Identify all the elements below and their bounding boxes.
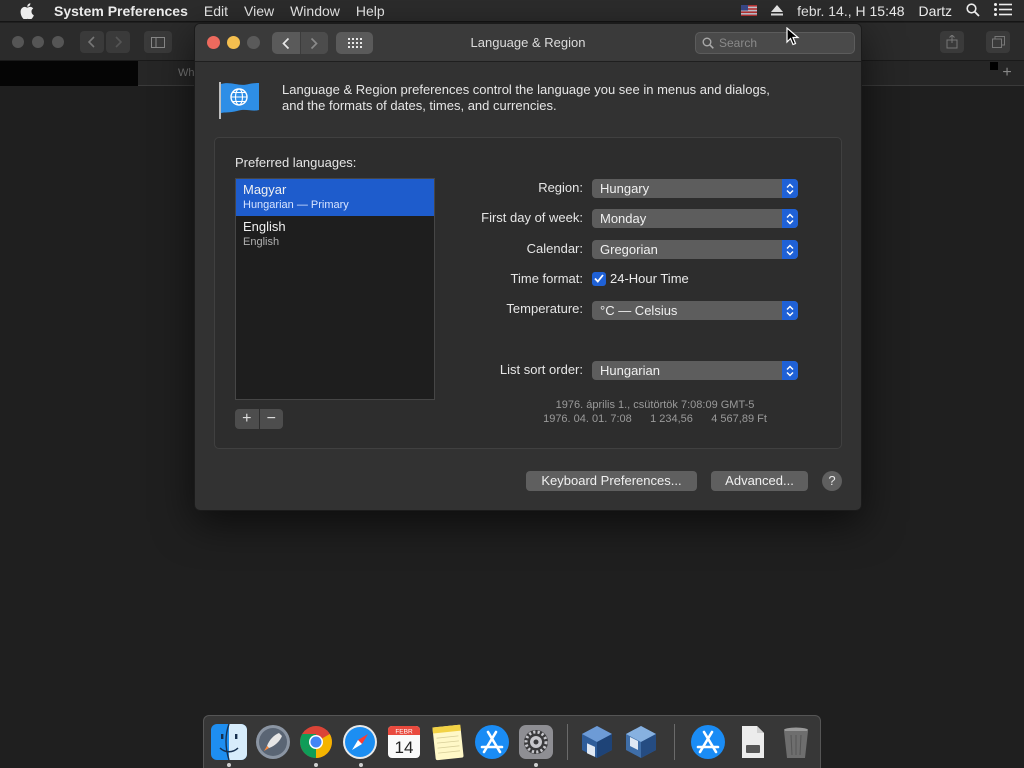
apple-menu-icon[interactable]: [0, 0, 54, 22]
background-back-button[interactable]: [80, 31, 104, 53]
temperature-popup[interactable]: °C — Celsius: [592, 301, 798, 320]
background-tabs-button[interactable]: [986, 31, 1010, 53]
time-format-checkbox-row: 24-Hour Time: [592, 271, 689, 286]
us-flag-icon[interactable]: [741, 4, 758, 19]
launchpad-icon[interactable]: [254, 723, 292, 761]
region-label: Region:: [538, 180, 583, 195]
settings-panel: Preferred languages: Magyar Hungarian — …: [214, 137, 842, 449]
24-hour-time-label[interactable]: 24-Hour Time: [610, 271, 689, 286]
chrome-icon[interactable]: [297, 723, 335, 761]
preferred-languages-label: Preferred languages:: [235, 155, 357, 170]
background-sidebar-button[interactable]: [144, 31, 172, 53]
svg-text:FEBR: FEBR: [395, 729, 413, 736]
time-format-label: Time format:: [510, 271, 583, 286]
add-remove-language-control: + −: [235, 409, 283, 429]
app-store-downloads-icon[interactable]: [689, 723, 727, 761]
svg-text:14: 14: [395, 738, 414, 757]
spotlight-search-icon[interactable]: [966, 2, 980, 20]
region-popup[interactable]: Hungary: [592, 179, 798, 198]
safari-icon[interactable]: [341, 723, 379, 761]
preferred-languages-list[interactable]: Magyar Hungarian — Primary English Engli…: [235, 178, 435, 400]
updown-arrows-icon: [782, 240, 798, 259]
calendar-icon[interactable]: FEBR 14: [385, 723, 423, 761]
eject-icon[interactable]: [771, 4, 784, 19]
dock: FEBR 14: [203, 715, 821, 768]
menu-user[interactable]: Dartz: [919, 3, 952, 19]
system-preferences-icon[interactable]: [517, 723, 555, 761]
calendar-popup[interactable]: Gregorian: [592, 240, 798, 259]
background-forward-button[interactable]: [106, 31, 130, 53]
menu-window[interactable]: Window: [282, 0, 348, 22]
menu-bar: System Preferences Edit View Window Help…: [0, 0, 1024, 22]
language-region-window: Language & Region Language & Region pref…: [194, 23, 862, 511]
add-language-button[interactable]: +: [235, 409, 259, 429]
mouse-pointer-icon: [786, 27, 800, 46]
remove-language-button[interactable]: −: [258, 409, 284, 429]
trash-icon[interactable]: [777, 723, 815, 761]
virtualbox-icon[interactable]: [578, 723, 616, 761]
temperature-label: Temperature:: [506, 301, 583, 316]
pane-description: Language & Region preferences control th…: [282, 82, 770, 113]
updown-arrows-icon: [782, 179, 798, 198]
app-store-icon[interactable]: [473, 723, 511, 761]
language-flag-globe-icon: [219, 82, 259, 119]
virtualbox-vm-icon[interactable]: [622, 723, 660, 761]
background-share-button[interactable]: [940, 31, 964, 53]
list-item[interactable]: English English: [236, 216, 434, 253]
search-icon: [702, 37, 714, 49]
help-button[interactable]: ?: [822, 471, 842, 491]
menu-view[interactable]: View: [236, 0, 282, 22]
notes-icon[interactable]: [429, 723, 467, 761]
list-sort-order-label: List sort order:: [499, 362, 583, 377]
window-titlebar: Language & Region: [195, 24, 861, 62]
menu-help[interactable]: Help: [348, 0, 393, 22]
background-new-tab-button[interactable]: +: [998, 64, 1016, 82]
updown-arrows-icon: [782, 301, 798, 320]
24-hour-time-checkbox[interactable]: [592, 271, 606, 286]
updown-arrows-icon: [782, 209, 798, 228]
updown-arrows-icon: [782, 361, 798, 380]
first-day-popup[interactable]: Monday: [592, 209, 798, 228]
calendar-label: Calendar:: [526, 241, 583, 256]
first-day-label: First day of week:: [481, 210, 583, 225]
background-window-zoom-button[interactable]: [52, 36, 64, 48]
finder-icon[interactable]: [210, 723, 248, 761]
search-field[interactable]: [695, 32, 855, 54]
list-sort-order-popup[interactable]: Hungarian: [592, 361, 798, 380]
menu-clock[interactable]: febr. 14., H 15:48: [797, 3, 904, 19]
documents-icon[interactable]: [733, 723, 771, 761]
background-tab-label[interactable]: Wh: [178, 67, 195, 79]
advanced-button[interactable]: Advanced...: [711, 471, 808, 491]
menu-app-name[interactable]: System Preferences: [54, 0, 196, 22]
background-window-minimize-button[interactable]: [32, 36, 44, 48]
search-input[interactable]: [719, 36, 849, 50]
keyboard-preferences-button[interactable]: Keyboard Preferences...: [526, 471, 697, 491]
sample-number-format: 1976. 04. 01. 7:08 1 234,56 4 567,89 Ft: [543, 413, 767, 425]
checkmark-icon: [594, 274, 604, 283]
notification-center-icon[interactable]: [994, 3, 1012, 19]
menu-edit[interactable]: Edit: [196, 0, 236, 22]
sample-date-format: 1976. április 1., csütörtök 7:08:09 GMT-…: [555, 399, 755, 411]
background-window-close-button[interactable]: [12, 36, 24, 48]
list-item[interactable]: Magyar Hungarian — Primary: [236, 179, 434, 216]
